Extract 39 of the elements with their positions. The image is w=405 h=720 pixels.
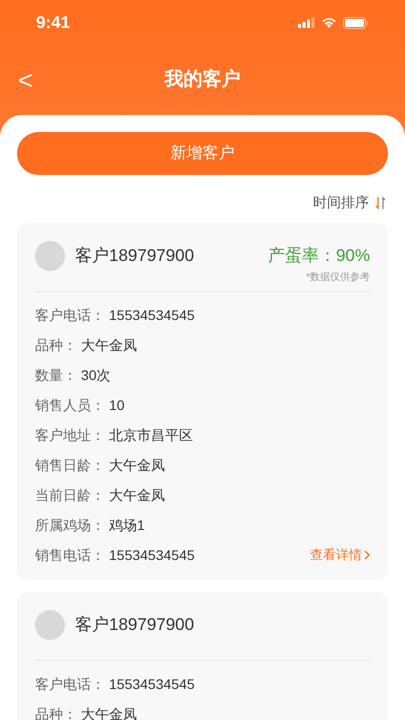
signal-icon	[298, 17, 315, 28]
disclaimer-note: *数据仅供参考	[306, 271, 370, 285]
sort-button[interactable]: 时间排序	[313, 192, 386, 213]
back-button[interactable]: <	[14, 67, 38, 93]
field-value: 15534534545	[109, 306, 195, 324]
field-label: 所属鸡场：	[35, 516, 105, 534]
field-value: 鸡场1	[109, 516, 145, 534]
field-label: 客户地址：	[35, 426, 105, 444]
page-title: 我的客户	[164, 68, 240, 92]
field-value: 大午金凤	[81, 336, 137, 354]
status-time: 9:41	[36, 12, 70, 34]
field-value: 15534534545	[109, 546, 195, 564]
customer-name: 客户189797900	[75, 245, 194, 268]
field-label: 当前日龄：	[35, 486, 105, 504]
field-value: 10	[109, 396, 125, 414]
battery-icon	[343, 16, 369, 28]
field-value: 大午金凤	[109, 486, 165, 504]
customer-name: 客户189797900	[75, 614, 194, 636]
field-label: 销售电话：	[35, 546, 105, 564]
field-label: 客户电话：	[35, 306, 105, 324]
chevron-right-icon	[364, 550, 370, 560]
field-label: 品种：	[35, 336, 77, 354]
sort-icon	[375, 196, 386, 210]
field-label: 数量：	[35, 366, 77, 384]
field-label: 客户电话：	[35, 674, 105, 694]
field-label: 品种：	[35, 704, 77, 720]
field-label: 销售人员：	[35, 396, 105, 414]
field-value: 30次	[81, 366, 111, 384]
avatar	[35, 610, 65, 640]
avatar	[35, 241, 65, 271]
field-value: 大午金凤	[81, 704, 137, 720]
laying-rate: 产蛋率：90%	[268, 245, 370, 267]
wifi-icon	[321, 17, 337, 28]
field-value: 大午金凤	[109, 456, 165, 474]
field-value: 15534534545	[109, 674, 195, 694]
add-customer-button[interactable]: 新增客户	[17, 132, 388, 175]
details-link[interactable]: 查看详情	[310, 545, 370, 565]
field-value: 北京市昌平区	[109, 426, 193, 444]
field-label: 销售日龄：	[35, 456, 105, 474]
